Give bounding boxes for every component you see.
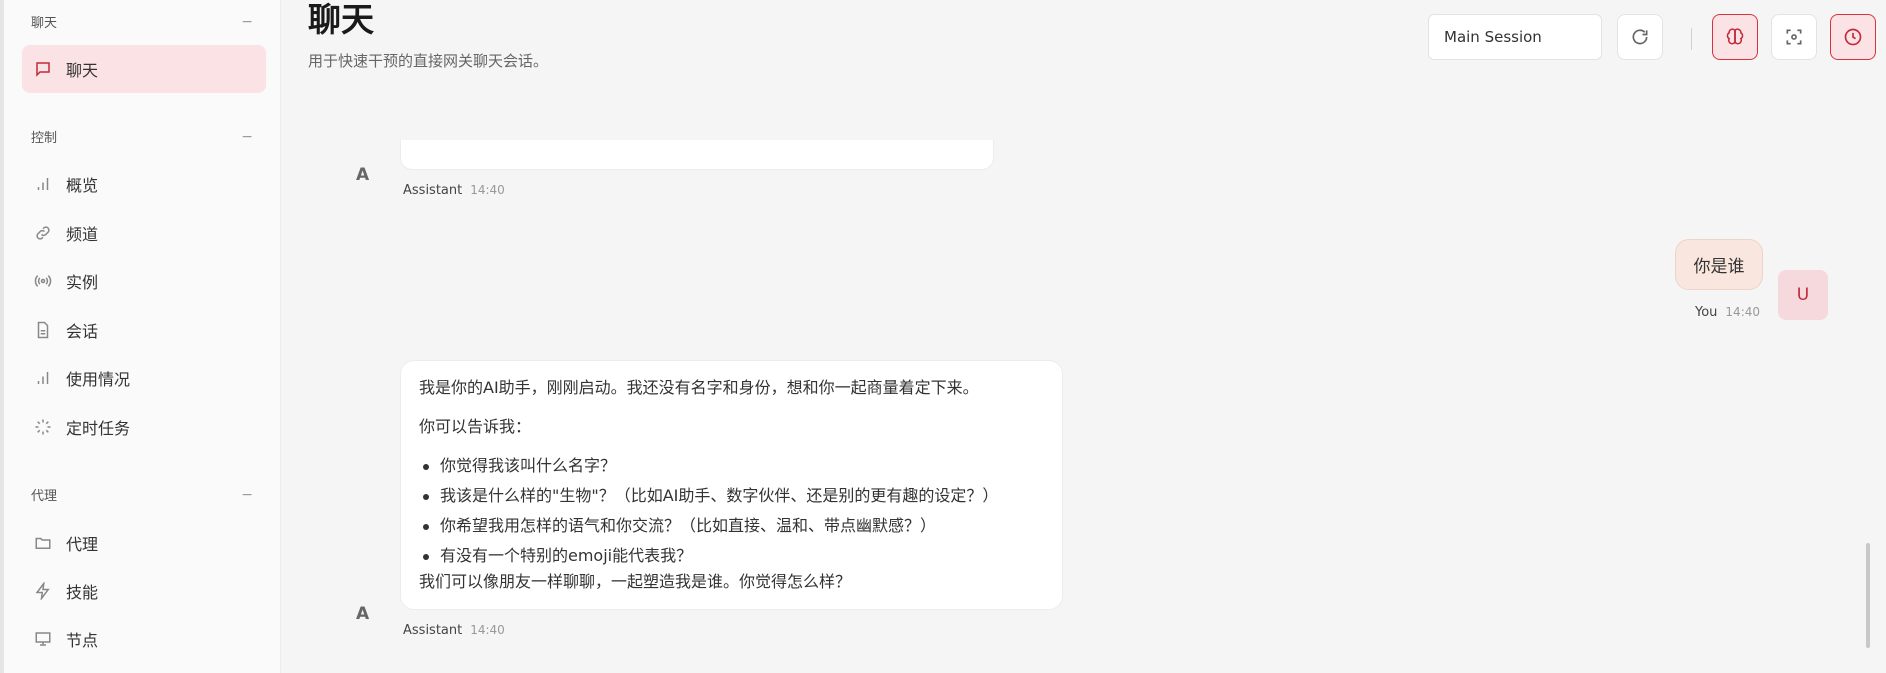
message-time: 14:40	[470, 623, 505, 637]
list-item: 你觉得我该叫什么名字？	[419, 455, 1044, 477]
lightning-icon	[34, 582, 52, 600]
message-paragraph: 我是你的AI助手，刚刚启动。我还没有名字和身份，想和你一起商量着定下来。	[419, 378, 979, 397]
group-chat-header[interactable]: 聊天 −	[31, 12, 253, 32]
sidebar-item-agents[interactable]: 代理	[22, 519, 266, 567]
message-paragraph: 你可以告诉我：	[419, 417, 532, 436]
list-item: 你希望我用怎样的语气和你交流？（比如直接、温和、带点幽默感？）	[419, 515, 1044, 537]
clock-icon	[1844, 28, 1862, 46]
list-item: 我该是什么样的"生物"？（比如AI助手、数字伙伴、还是别的更有趣的设定？）	[419, 485, 1044, 507]
document-icon	[34, 321, 52, 339]
sidebar-item-usage[interactable]: 使用情况	[22, 354, 266, 402]
message-meta: Assistant 14:40	[403, 623, 505, 638]
sidebar-item-sessions[interactable]: 会话	[22, 306, 266, 354]
sidebar-item-skills[interactable]: 技能	[22, 567, 266, 615]
link-icon	[34, 224, 52, 242]
message-meta: Assistant 14:40	[403, 183, 505, 198]
group-agent-header[interactable]: 代理 −	[31, 485, 253, 505]
sidebar-item-label: 实例	[66, 273, 99, 292]
message-meta: You 14:40	[1695, 305, 1760, 320]
collapse-icon[interactable]: −	[241, 129, 253, 145]
user-message-bubble: 你是谁	[1675, 239, 1763, 290]
sidebar-item-nodes[interactable]: 节点	[22, 615, 266, 663]
collapse-icon[interactable]: −	[241, 14, 253, 30]
sidebar: 聊天 − 聊天 控制 − 概览 频道 实例 会话 使用情况 定时任务 代理 − …	[0, 0, 281, 673]
message-time: 14:40	[1725, 305, 1761, 319]
focus-icon	[1786, 29, 1802, 45]
group-label: 聊天	[31, 16, 58, 31]
user-message-text: 你是谁	[1693, 257, 1745, 277]
chat-bubble-icon	[34, 60, 52, 78]
sidebar-item-label: 概览	[66, 176, 99, 195]
refresh-button[interactable]	[1617, 14, 1663, 60]
page-subtitle: 用于快速干预的直接网关聊天会话。	[308, 52, 549, 70]
sidebar-item-label: 技能	[66, 583, 99, 602]
message-list: 你觉得我该叫什么名字？ 我该是什么样的"生物"？（比如AI助手、数字伙伴、还是别…	[419, 455, 1044, 567]
group-label: 代理	[31, 489, 58, 504]
focus-button[interactable]	[1771, 14, 1817, 60]
sidebar-item-label: 定时任务	[66, 419, 131, 438]
chat-scrollbar[interactable]	[1866, 543, 1870, 648]
sidebar-item-overview[interactable]: 概览	[22, 160, 266, 208]
page-title: 聊天	[308, 0, 374, 39]
sidebar-item-label: 使用情况	[66, 370, 131, 389]
message-time: 14:40	[470, 183, 505, 197]
sender-name: Assistant	[403, 183, 463, 198]
assistant-message-bubble: 我是你的AI助手，刚刚启动。我还没有名字和身份，想和你一起商量着定下来。 你可以…	[400, 360, 1063, 610]
sidebar-item-label: 节点	[66, 631, 99, 650]
assistant-avatar: A	[356, 604, 370, 624]
sidebar-item-label: 频道	[66, 225, 99, 244]
sidebar-item-instances[interactable]: 实例	[22, 257, 266, 305]
folder-icon	[34, 534, 52, 552]
sidebar-item-label: 代理	[66, 535, 99, 554]
sidebar-item-cron[interactable]: 定时任务	[22, 403, 266, 451]
group-control-header[interactable]: 控制 −	[31, 127, 253, 147]
history-button[interactable]	[1830, 14, 1876, 60]
sidebar-item-channels[interactable]: 频道	[22, 209, 266, 257]
assistant-avatar: A	[356, 165, 370, 185]
broadcast-icon	[34, 272, 52, 290]
message-paragraph: 我们可以像朋友一样聊聊，一起塑造我是谁。你觉得怎么样？	[419, 572, 852, 591]
chat-main: 聊天 用于快速干预的直接网关聊天会话。 Main Session A Assis…	[281, 0, 1886, 673]
sidebar-item-chat[interactable]: 聊天	[22, 45, 266, 93]
collapse-icon[interactable]: −	[241, 487, 253, 503]
user-avatar: U	[1778, 270, 1828, 320]
sidebar-item-label: 聊天	[66, 61, 99, 80]
sidebar-item-label: 会话	[66, 322, 99, 341]
bar-chart-icon	[34, 175, 52, 193]
monitor-icon	[34, 630, 52, 648]
bar-chart-icon	[34, 369, 52, 387]
spinner-icon	[34, 418, 52, 436]
refresh-icon	[1632, 29, 1648, 45]
toolbar-divider	[1691, 28, 1692, 50]
group-label: 控制	[31, 131, 58, 146]
thinking-toggle-button[interactable]	[1712, 14, 1758, 60]
assistant-message-bubble	[400, 140, 994, 170]
brain-icon	[1726, 28, 1744, 45]
session-value: Main Session	[1444, 28, 1542, 46]
session-select[interactable]: Main Session	[1428, 14, 1602, 60]
list-item: 有没有一个特别的emoji能代表我？	[419, 545, 1044, 567]
sender-name: Assistant	[403, 623, 463, 638]
sender-name: You	[1695, 305, 1718, 320]
